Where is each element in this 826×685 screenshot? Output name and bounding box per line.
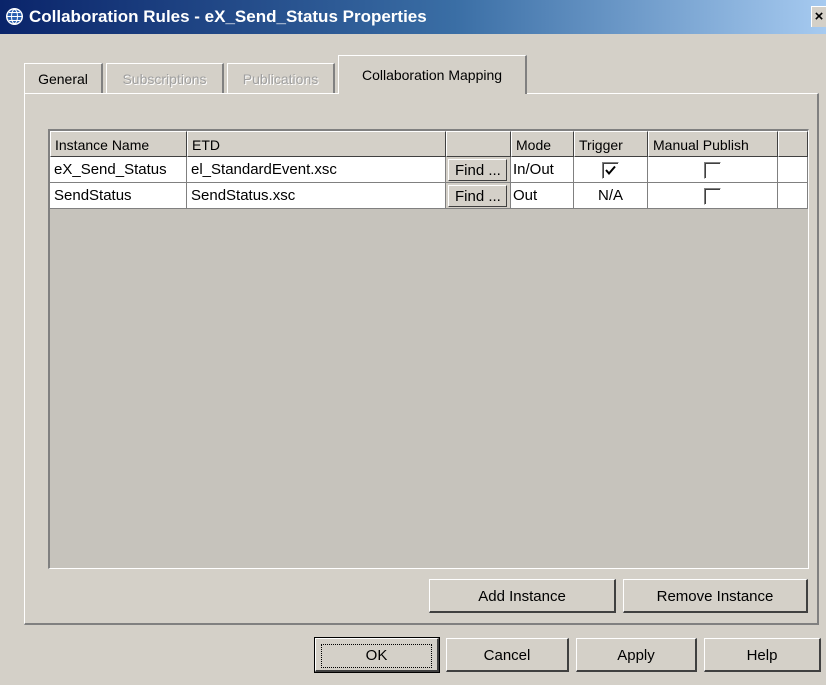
instance-name-cell[interactable]: SendStatus [50, 183, 187, 209]
find-cell: Find ... [446, 183, 511, 209]
etd-cell[interactable]: SendStatus.xsc [187, 183, 446, 209]
close-icon: × [814, 8, 824, 25]
title-bar: Collaboration Rules - eX_Send_Status Pro… [0, 0, 826, 34]
find-cell: Find ... [446, 157, 511, 183]
ok-button-label: OK [320, 644, 433, 668]
help-button[interactable]: Help [704, 638, 821, 672]
window-title: Collaboration Rules - eX_Send_Status Pro… [29, 7, 427, 26]
trigger-cell[interactable] [574, 157, 648, 183]
trigger-checkbox[interactable] [602, 161, 619, 179]
manual-publish-checkbox[interactable] [704, 161, 721, 179]
globe-icon [6, 8, 23, 25]
close-button[interactable]: × [811, 6, 826, 27]
etd-cell[interactable]: el_StandardEvent.xsc [187, 157, 446, 183]
checkmark-icon [605, 165, 616, 175]
column-header-find[interactable] [446, 131, 511, 157]
column-header-extra[interactable] [778, 131, 808, 157]
mode-cell[interactable]: Out [511, 183, 574, 209]
extra-cell [778, 183, 808, 209]
column-header-manual-publish[interactable]: Manual Publish [648, 131, 778, 157]
tab-collaboration-mapping[interactable]: Collaboration Mapping [338, 55, 527, 94]
column-header-instance-name[interactable]: Instance Name [50, 131, 187, 157]
instance-table: Instance Name ETD Mode Trigger Manual Pu… [48, 129, 809, 569]
collaboration-mapping-panel: Instance Name ETD Mode Trigger Manual Pu… [24, 93, 819, 625]
tab-general[interactable]: General [24, 63, 103, 94]
extra-cell [778, 157, 808, 183]
cancel-button[interactable]: Cancel [446, 638, 569, 672]
find-button[interactable]: Find ... [448, 159, 507, 181]
manual-publish-cell[interactable] [648, 183, 778, 209]
column-header-mode[interactable]: Mode [511, 131, 574, 157]
add-instance-button[interactable]: Add Instance [429, 579, 616, 613]
trigger-cell: N/A [574, 183, 648, 209]
ok-button[interactable]: OK [314, 637, 440, 673]
remove-instance-button[interactable]: Remove Instance [623, 579, 808, 613]
column-header-etd[interactable]: ETD [187, 131, 446, 157]
manual-publish-checkbox[interactable] [704, 187, 721, 205]
mode-cell[interactable]: In/Out [511, 157, 574, 183]
tab-subscriptions: Subscriptions [106, 63, 224, 94]
instance-name-cell[interactable]: eX_Send_Status [50, 157, 187, 183]
tab-publications: Publications [227, 63, 335, 94]
find-button[interactable]: Find ... [448, 185, 507, 207]
apply-button[interactable]: Apply [576, 638, 697, 672]
manual-publish-cell[interactable] [648, 157, 778, 183]
column-header-trigger[interactable]: Trigger [574, 131, 648, 157]
